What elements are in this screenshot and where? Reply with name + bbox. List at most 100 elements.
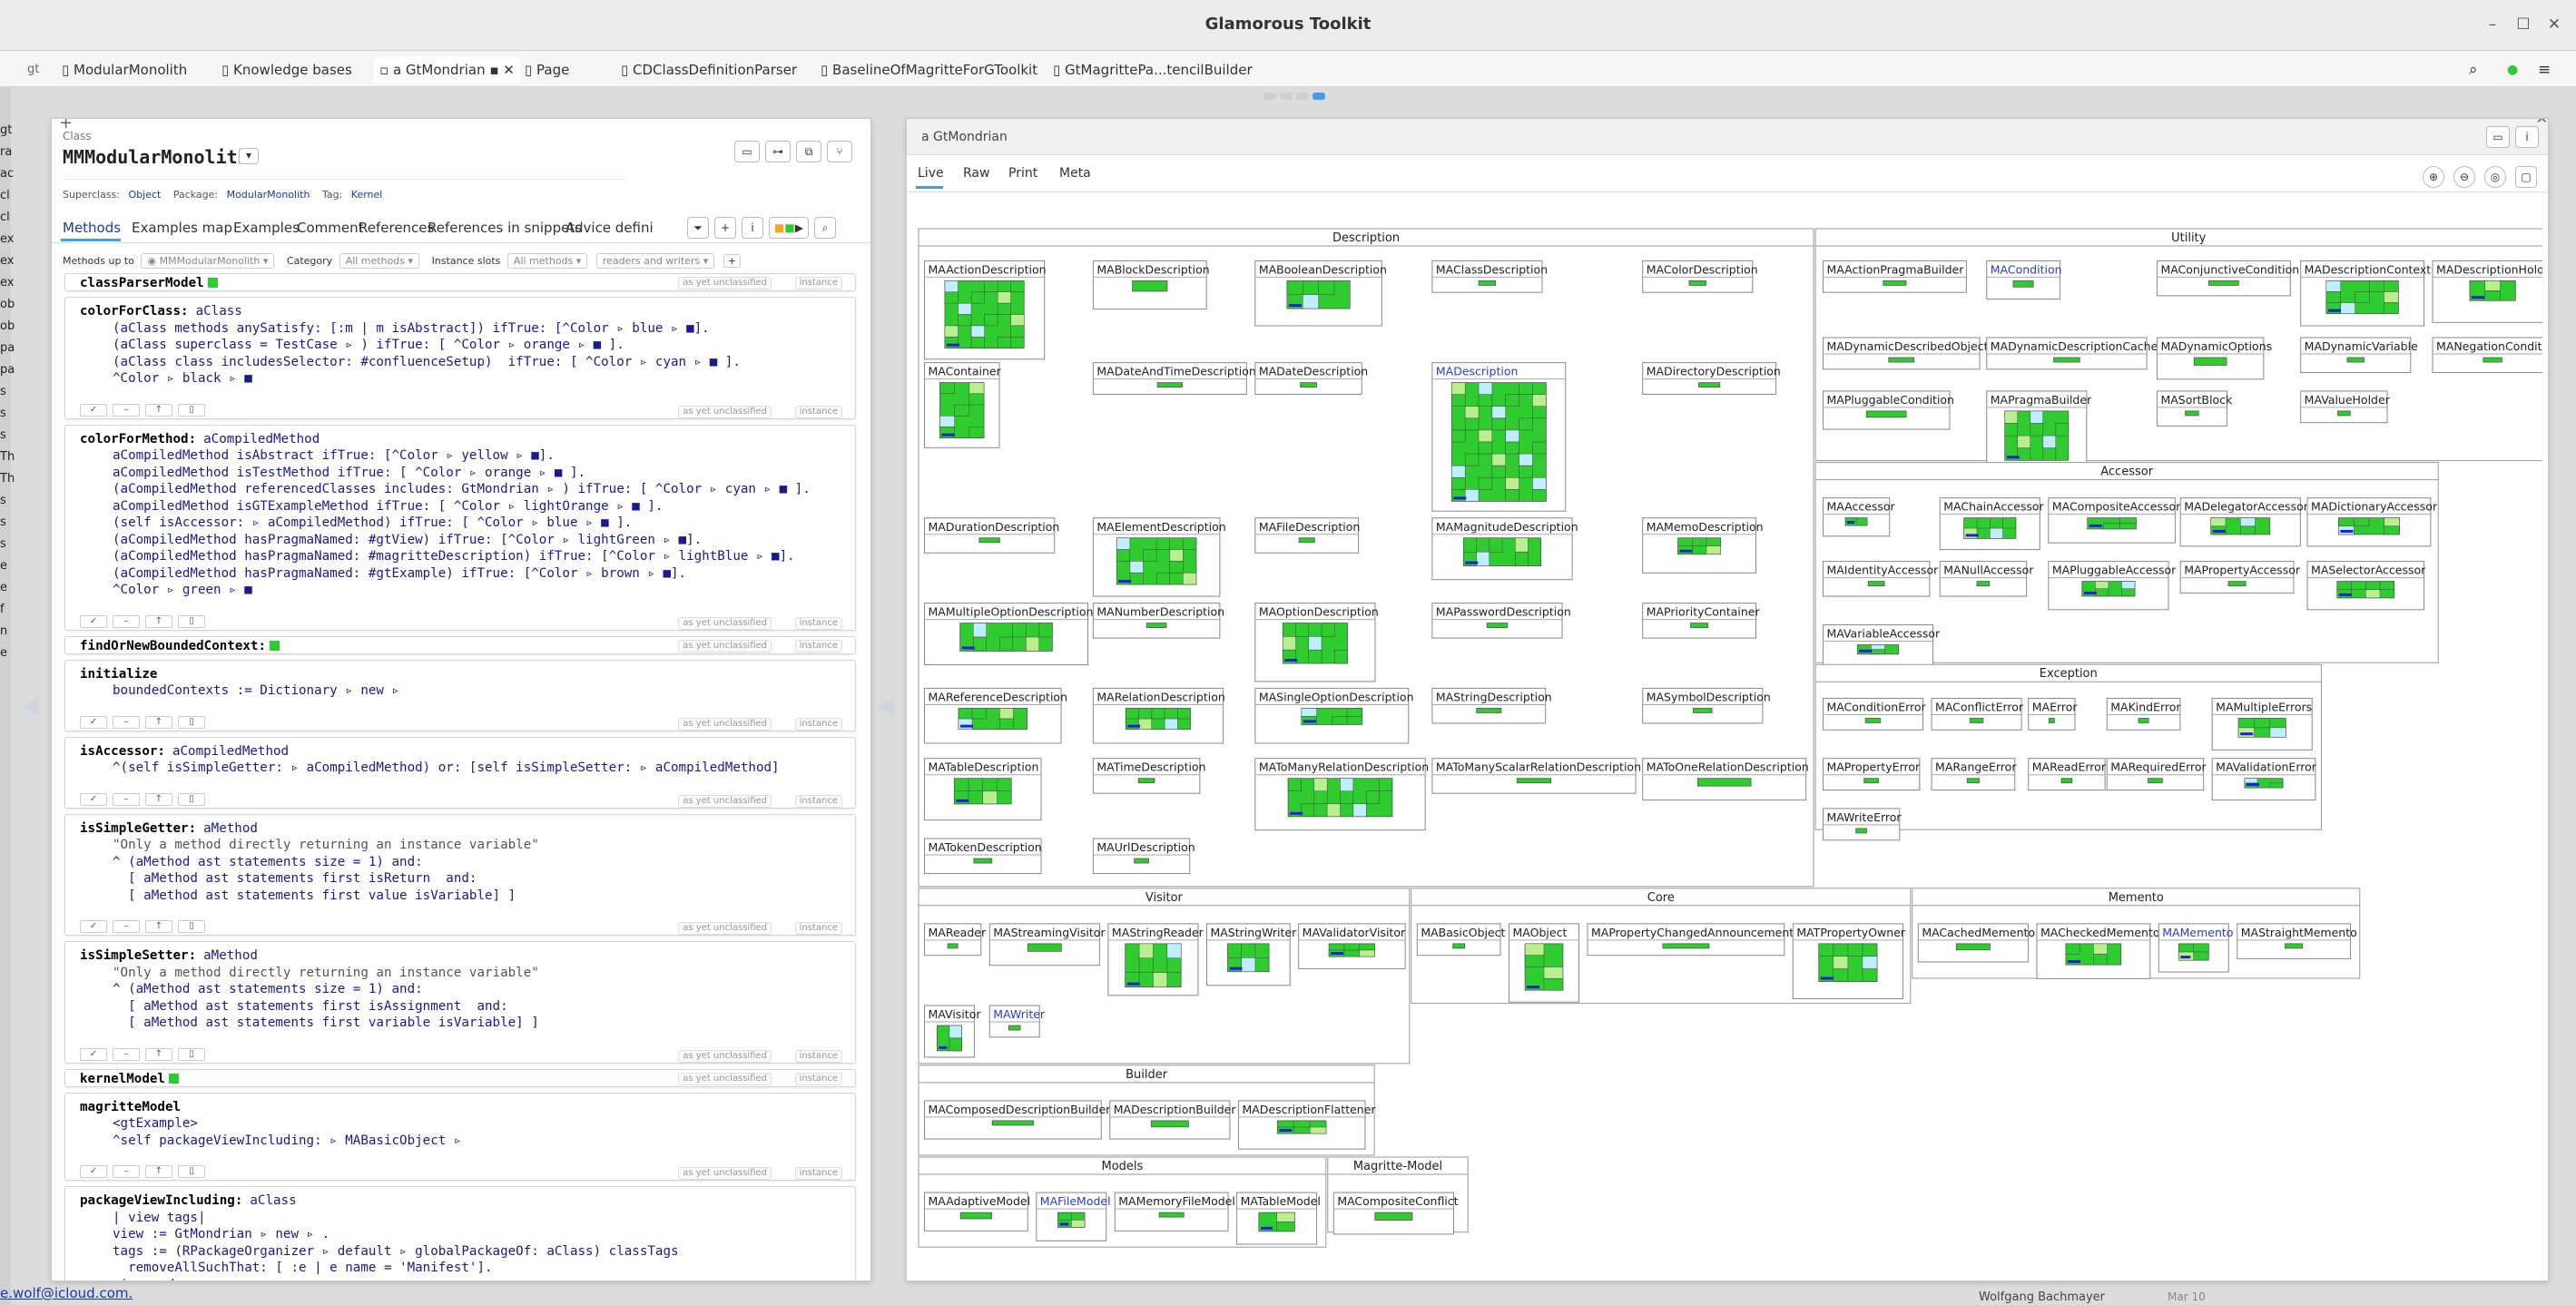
class-node-macondition[interactable]: MACondition [1986,260,2062,300]
class-node-maselectoraccessor[interactable]: MASelectorAccessor [2306,561,2426,611]
method-source[interactable]: findOrNewBoundedContext: [80,638,280,655]
minimize-button[interactable]: – [2481,13,2504,36]
class-node-maconditionerror[interactable]: MAConditionError [1822,697,1927,731]
class-name-label[interactable]: MAMemoDescription [1647,520,1764,534]
accept-icon[interactable]: ✓ [80,715,107,729]
class-name-label[interactable]: MAOptionDescription [1259,605,1379,619]
class-name-label[interactable]: MAMultipleOptionDescription [929,605,1094,619]
class-name-label[interactable]: MADescriptionBuilder [1114,1103,1237,1116]
accept-icon[interactable]: ✓ [80,614,107,628]
copy-icon[interactable]: ▯ [178,920,205,933]
method-source[interactable]: isSimpleGetter: aMethod "Only a method dir… [80,820,539,905]
class-node-macompositeaccessor[interactable]: MACompositeAccessor [2048,497,2181,544]
class-name-label[interactable]: MAMagnitudeDescription [1436,520,1578,534]
class-node-madescriptionholder[interactable]: MADescriptionHolder [2432,260,2542,323]
package-group-description[interactable]: Description MAActionDescription MABlockDes… [918,228,1814,888]
plus-icon[interactable]: + [714,217,736,239]
tab-cdclassdefinitionparser[interactable]: ▯ CDClassDefinitionParser [621,56,797,83]
class-node-madynamicoptions[interactable]: MADynamicOptions [2156,337,2272,380]
branch-icon[interactable]: ⑂ [827,141,852,162]
class-name-label[interactable]: MAPropertyChangedAnnouncement [1591,926,1794,939]
hierarchy-icon[interactable]: ⊶ [765,141,791,162]
save-icon[interactable]: ↑ [145,1165,172,1178]
info-icon[interactable]: i [2515,126,2539,148]
cancel-icon[interactable]: – [113,1165,140,1178]
class-name-label[interactable]: MANegationCondition [2436,339,2542,353]
copy-icon[interactable]: ▯ [178,1047,205,1061]
class-node-maobject[interactable]: MAObject [1509,923,1579,1003]
class-name-label[interactable]: MABlockDescription [1096,262,1209,276]
class-node-matimedescription[interactable]: MATimeDescription [1092,758,1206,794]
protocol-badge[interactable]: as yet unclassified [678,717,772,731]
class-name-label[interactable]: MARangeError [1935,760,2017,774]
copy-icon[interactable]: ▯ [178,403,205,417]
zoom-in-icon[interactable]: ⊕ [2423,166,2444,188]
class-node-madescription[interactable]: MADescription [1431,362,1567,512]
cancel-icon[interactable]: – [113,614,140,628]
class-node-madurationdescription[interactable]: MADurationDescription [924,517,1060,554]
class-name-label[interactable]: MAReferenceDescription [929,690,1067,703]
method-kernelmodel[interactable]: kernelModel as yet unclassified instance [64,1068,856,1087]
class-node-maaccessor[interactable]: MAAccessor [1822,497,1896,537]
class-node-mawriter[interactable]: MAWriter [988,1005,1046,1038]
class-node-mamemoryfilemodel[interactable]: MAMemoryFileModel [1114,1192,1235,1231]
accept-icon[interactable]: ✓ [80,792,107,806]
side-badge[interactable]: instance [794,1072,842,1085]
class-name-label[interactable]: MAPluggableAccessor [2052,564,2177,577]
class-name-label[interactable]: MAColorDescription [1647,262,1758,276]
tab-comment[interactable]: Comment [297,220,364,236]
tag-value[interactable]: Kernel [351,189,383,201]
method-magrittemodel[interactable]: magritteModel <gtExample> ^self packageVie… [64,1092,856,1181]
tab-knowledge-bases[interactable]: ▯ Knowledge bases [221,56,352,83]
close-window-button[interactable]: ✕ [2542,13,2566,36]
cancel-icon[interactable]: – [113,715,140,729]
tab-gtmagrittepa[interactable]: ▯ GtMagrittePa...tencilBuilder [1053,56,1253,83]
accept-icon[interactable]: ✓ [80,1165,107,1178]
method-isaccessor[interactable]: isAccessor: aCompiledMethod ^(self isSimpl… [64,736,856,809]
tab-live[interactable]: Live [918,166,944,181]
class-node-maoptiondescription[interactable]: MAOptionDescription [1254,603,1379,682]
class-name-label[interactable]: MAStraightMemento [2241,926,2357,939]
class-node-madirectorydescription[interactable]: MADirectoryDescription [1642,362,1781,395]
class-node-madescriptionbuilder[interactable]: MADescriptionBuilder [1109,1100,1237,1140]
class-name-label[interactable]: MAUrlDescription [1096,840,1195,854]
class-node-maurldescription[interactable]: MAUrlDescription [1092,838,1195,875]
class-name-label[interactable]: MAClassDescription [1436,262,1548,276]
class-name-label[interactable]: MATableModel [1241,1194,1321,1208]
class-name-label[interactable]: MABooleanDescription [1259,262,1387,276]
method-classparsermodel[interactable]: classParserModel as yet unclassified insta… [64,273,856,291]
class-node-mareaderror[interactable]: MAReadError [2028,758,2107,791]
class-name-label[interactable]: MAWriter [993,1007,1046,1021]
cancel-icon[interactable]: – [113,920,140,933]
class-node-matoonerelationdescription[interactable]: MAToOneRelationDescription [1642,758,1809,801]
class-name-label[interactable]: MASymbolDescription [1647,690,1771,703]
package-group-utility[interactable]: Utility MAActionPragmaBuilder MACondition M… [1814,228,2542,470]
tab-examples-map[interactable]: Examples map [132,220,232,236]
package-group-models[interactable]: Models MAAdaptiveModel MAFileModel MAMemory… [918,1156,1327,1248]
class-node-matokendescription[interactable]: MATokenDescription [924,838,1042,875]
protocol-badge[interactable]: as yet unclassified [678,794,772,808]
class-name-label[interactable]: MAReadError [2032,760,2107,774]
class-name-label[interactable]: MACompositeAccessor [2052,500,2181,514]
class-node-marelationdescription[interactable]: MARelationDescription [1092,687,1225,744]
class-node-macolordescription[interactable]: MAColorDescription [1642,260,1758,293]
tab-print[interactable]: Print [1008,166,1037,181]
class-node-maadaptivemodel[interactable]: MAAdaptiveModel [924,1192,1031,1231]
package-group-builder[interactable]: BuilderMAComposedDescriptionBuilder MADes… [918,1065,1376,1156]
class-name-label[interactable]: MACompositeConflict [1337,1194,1458,1208]
method-colorformethod[interactable]: colorForMethod: aCompiledMethod aCompiledM… [64,424,856,631]
side-badge[interactable]: instance [794,794,842,808]
method-initialize[interactable]: initialize boundedContexts := Dictionary … [64,659,856,731]
close-pane-icon[interactable]: ✕ [2536,119,2548,127]
class-name-label[interactable]: MAValidatorVisitor [1303,926,1406,939]
class-node-makinderror[interactable]: MAKindError [2106,697,2181,731]
class-node-matabledescription[interactable]: MATableDescription [924,758,1042,821]
add-filter-button[interactable]: + [723,254,741,268]
tab-advice-defini[interactable]: Advice defini [565,220,654,236]
book-icon[interactable]: ▭ [734,141,760,162]
class-name-label[interactable]: MAAccessor [1826,500,1895,514]
class-node-maclassdescription[interactable]: MAClassDescription [1431,260,1548,293]
class-node-manumberdescription[interactable]: MANumberDescription [1092,603,1224,639]
class-node-mavariableaccessor[interactable]: MAVariableAccessor [1822,624,1941,667]
filter-icon[interactable]: ⏷ [687,217,709,239]
